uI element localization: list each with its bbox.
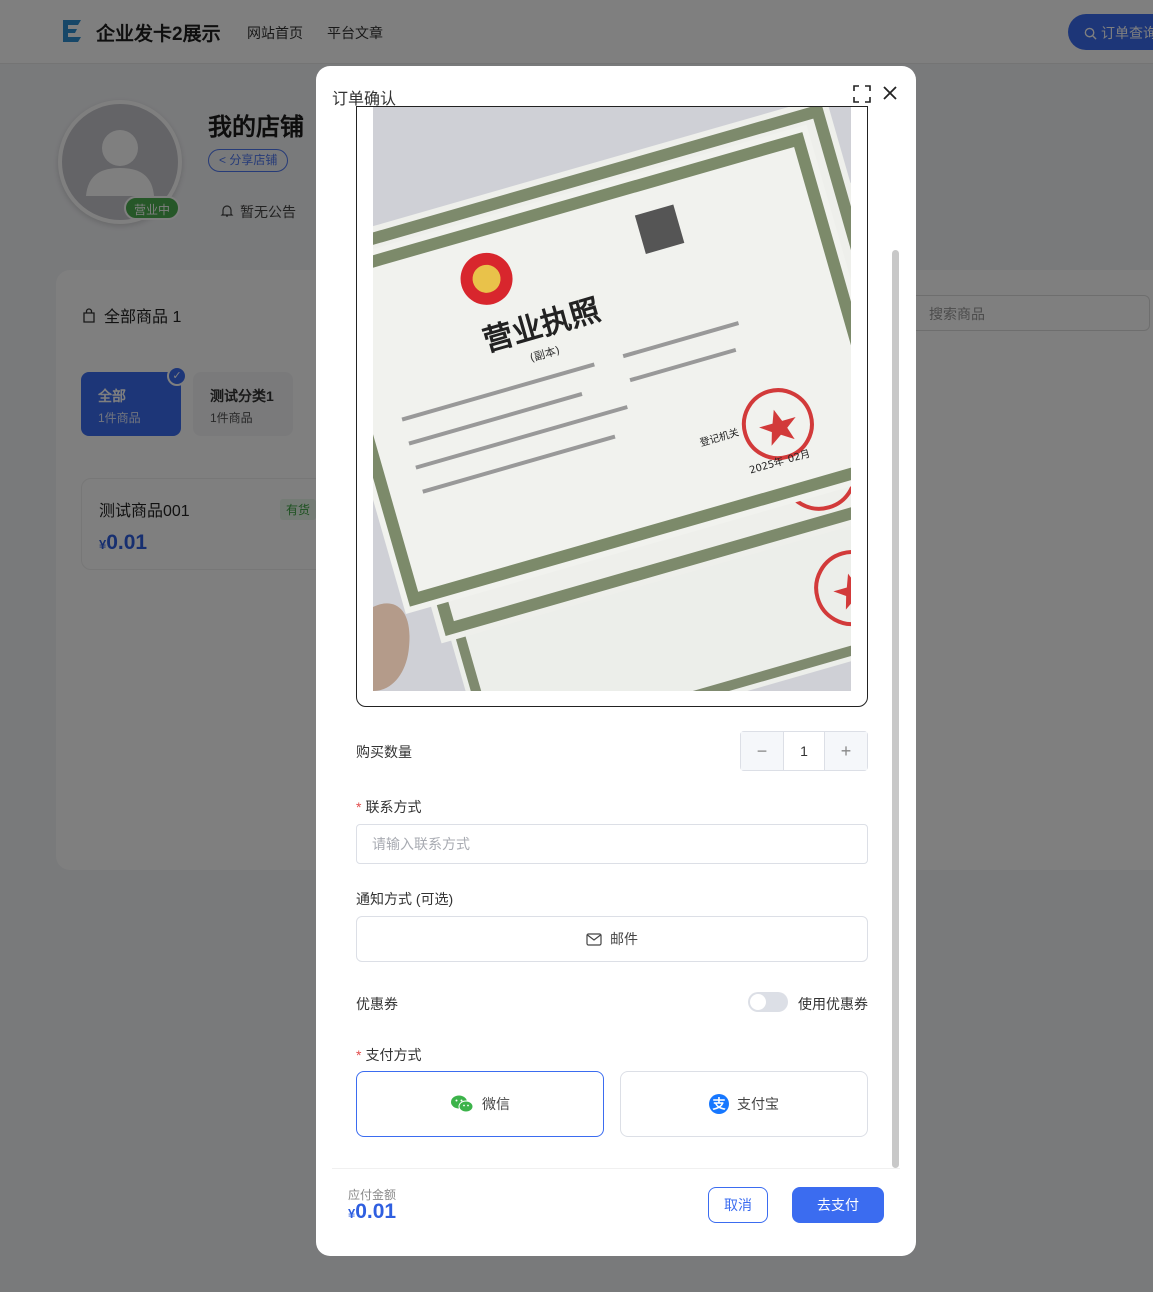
mail-icon: [586, 932, 602, 946]
quantity-input[interactable]: 1: [783, 732, 825, 770]
svg-text:支: 支: [711, 1097, 726, 1113]
payment-label: * 支付方式: [356, 1047, 422, 1063]
wechat-icon: [451, 1095, 474, 1113]
contact-input[interactable]: [356, 824, 868, 864]
notify-label: 通知方式 (可选): [356, 891, 454, 907]
close-icon[interactable]: [880, 83, 900, 103]
pay-wechat-option[interactable]: 微信: [356, 1071, 604, 1137]
business-license-photo: 营业执照 (副本) 登记机关 2025年 02月: [373, 107, 851, 691]
scrollbar[interactable]: [892, 126, 900, 1168]
cancel-button[interactable]: 取消: [708, 1187, 768, 1223]
footer-divider: [332, 1168, 900, 1169]
coupon-label: 优惠券: [356, 996, 398, 1012]
product-image-frame: 营业执照 (副本) 登记机关 2025年 02月: [356, 106, 868, 707]
email-notify-label: 邮件: [610, 931, 638, 947]
coupon-toggle-label: 使用优惠券: [798, 996, 868, 1012]
pay-alipay-option[interactable]: 支 支付宝: [620, 1071, 868, 1137]
amount-value: ¥0.01: [348, 1200, 397, 1223]
quantity-label: 购买数量: [356, 744, 412, 760]
fullscreen-icon[interactable]: [852, 84, 872, 104]
pay-alipay-label: 支付宝: [737, 1096, 779, 1112]
decrease-button[interactable]: −: [741, 732, 783, 770]
required-mark: *: [356, 799, 362, 815]
pay-wechat-label: 微信: [482, 1096, 510, 1112]
increase-button[interactable]: +: [825, 732, 867, 770]
order-confirm-dialog: 订单确认 营业执照 (副本) 登记机关 2025年 02月 购买数量 − 1 +…: [316, 66, 916, 1256]
scrollbar-thumb[interactable]: [892, 250, 899, 1168]
coupon-toggle[interactable]: [748, 992, 788, 1012]
contact-label: * 联系方式: [356, 799, 422, 815]
required-mark: *: [356, 1047, 362, 1063]
email-notify-button[interactable]: 邮件: [356, 916, 868, 962]
alipay-icon: 支: [709, 1094, 729, 1114]
pay-button[interactable]: 去支付: [792, 1187, 884, 1223]
quantity-stepper: − 1 +: [740, 731, 868, 771]
toggle-knob: [750, 994, 766, 1010]
